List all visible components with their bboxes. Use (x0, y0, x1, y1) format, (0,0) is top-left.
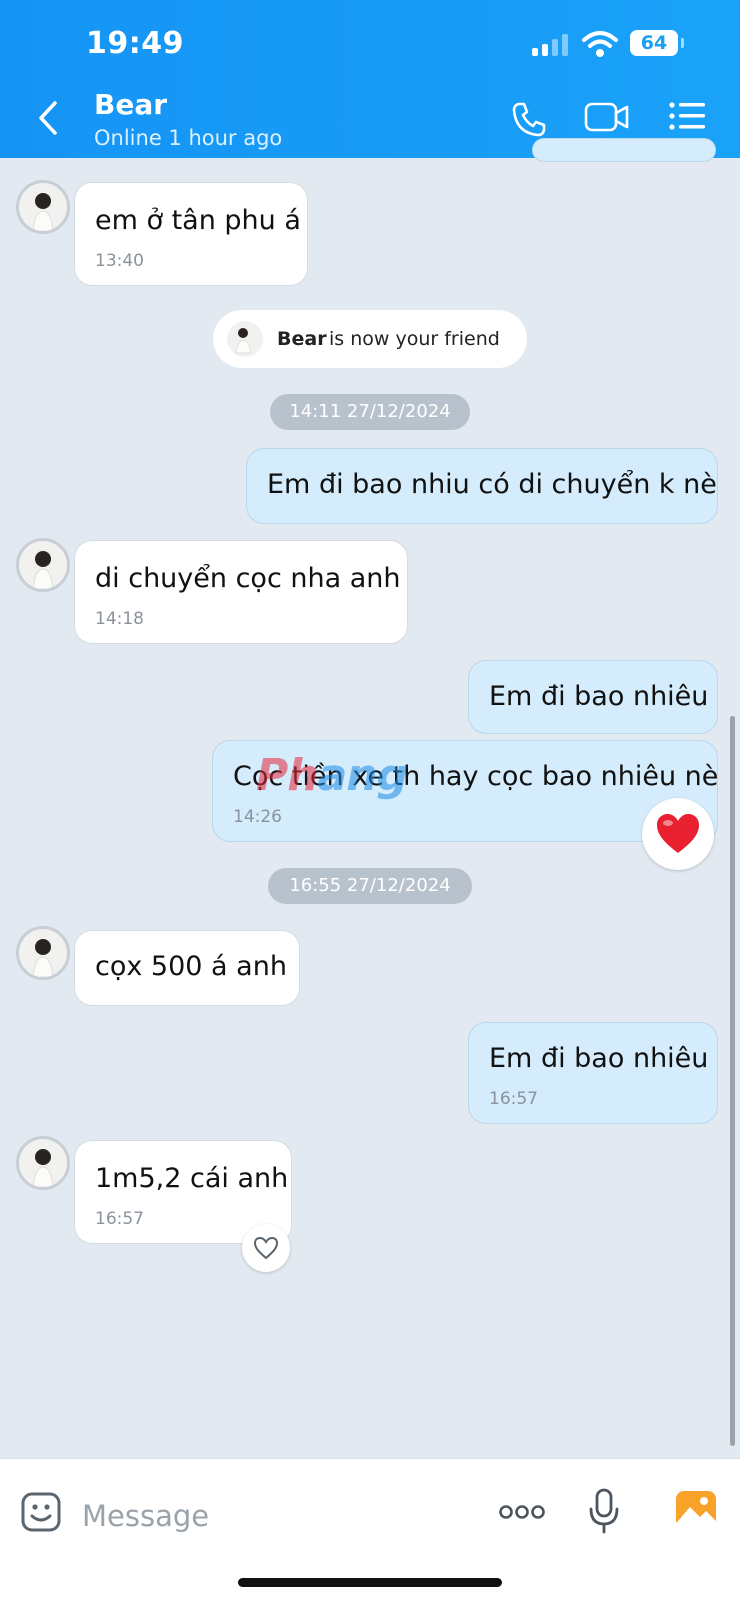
message-bubble-incoming[interactable]: em ở tân phu á 13:40 (74, 182, 308, 286)
message-bubble-partial[interactable] (532, 138, 716, 162)
friend-notice: Bear is now your friend (213, 310, 527, 368)
message-bubble-incoming[interactable]: cọx 500 á anh (74, 930, 300, 1006)
message-time: 16:57 (489, 1089, 538, 1109)
contact-avatar[interactable] (16, 926, 70, 980)
chat-header: 19:49 64 Bear Online 1 hour ago (0, 0, 740, 158)
message-list[interactable]: em ở tân phu á 13:40 Bear is now your fr… (0, 138, 740, 1458)
friend-notice-text: is now your friend (329, 328, 500, 350)
scrollbar[interactable] (730, 716, 735, 1446)
avatar-photo (32, 1149, 54, 1187)
contact-avatar-small (227, 321, 263, 357)
microphone-icon[interactable] (588, 1487, 620, 1535)
message-time: 16:57 (95, 1209, 144, 1229)
menu-list-icon[interactable] (668, 100, 706, 132)
message-text: Em đi bao nhiêu (489, 1043, 709, 1074)
message-bubble-outgoing[interactable]: Em đi bao nhiêu (468, 660, 718, 734)
back-button[interactable] (36, 100, 60, 136)
sticker-icon[interactable] (20, 1491, 62, 1533)
message-bubble-outgoing[interactable]: Em đi bao nhiêu 16:57 (468, 1022, 718, 1124)
contact-name[interactable]: Bear (94, 88, 167, 121)
reaction-heart[interactable] (642, 798, 714, 870)
heart-outline-icon (253, 1236, 279, 1260)
message-text: Em đi bao nhiu có di chuyển k nè (267, 469, 717, 500)
avatar-photo (32, 939, 54, 977)
message-text: di chuyển cọc nha anh (95, 563, 401, 594)
contact-status: Online 1 hour ago (94, 126, 283, 150)
avatar-photo (32, 193, 54, 231)
avatar-photo (235, 328, 252, 354)
message-text: Em đi bao nhiêu (489, 681, 709, 712)
contact-avatar[interactable] (16, 180, 70, 234)
message-bubble-incoming[interactable]: di chuyển cọc nha anh 14:18 (74, 540, 408, 644)
message-time: 14:18 (95, 609, 144, 629)
friend-notice-name: Bear (277, 328, 327, 350)
phone-icon[interactable] (510, 100, 548, 138)
message-bubble-outgoing[interactable]: Em đi bao nhiu có di chuyển k nè (246, 448, 718, 524)
message-text: cọx 500 á anh (95, 951, 287, 982)
message-text: 1m5,2 cái anh (95, 1163, 289, 1194)
avatar-photo (32, 551, 54, 589)
wifi-icon (582, 31, 618, 57)
video-icon[interactable] (584, 100, 630, 134)
contact-avatar[interactable] (16, 538, 70, 592)
home-indicator (238, 1578, 502, 1587)
message-time: 13:40 (95, 251, 144, 271)
react-button[interactable] (242, 1224, 290, 1272)
date-separator: 16:55 27/12/2024 (268, 868, 472, 904)
more-dots-icon[interactable] (498, 1503, 546, 1521)
heart-icon (657, 814, 699, 853)
message-time: 14:26 (233, 807, 282, 827)
status-time: 19:49 (86, 26, 184, 61)
message-text: em ở tân phu á (95, 205, 301, 236)
contact-avatar[interactable] (16, 1136, 70, 1190)
cellular-signal-icon (532, 34, 572, 56)
message-input[interactable]: Message (82, 1499, 209, 1533)
battery-indicator: 64 (630, 30, 684, 56)
image-icon[interactable] (674, 1489, 718, 1531)
watermark-logo: Phang (256, 750, 408, 801)
date-separator: 14:11 27/12/2024 (270, 394, 470, 430)
